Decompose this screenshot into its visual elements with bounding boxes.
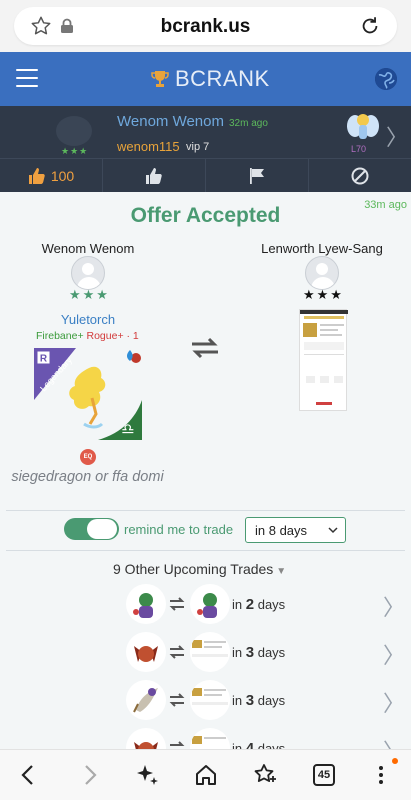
remind-days-select[interactable]: in 8 days — [245, 517, 346, 543]
swap-arrows-icon — [169, 693, 185, 707]
back-icon[interactable] — [16, 762, 42, 788]
address-field[interactable]: bcrank.us — [14, 7, 397, 45]
caret-down-icon: ▼ — [276, 566, 287, 577]
element-count: · 1 — [126, 330, 139, 342]
action-bar: 100 — [0, 158, 411, 192]
swap-arrows-icon — [169, 645, 185, 659]
sparkle-icon[interactable] — [134, 762, 160, 788]
right-offer-screenshot[interactable] — [299, 309, 348, 411]
url-domain: bcrank.us — [160, 16, 251, 37]
trade-eta: in 3 days — [232, 644, 286, 661]
upcoming-trade-row[interactable]: in 3 days 〉 — [0, 680, 411, 726]
poster-avatar[interactable] — [56, 116, 92, 146]
brand-name: BCRANK — [175, 66, 270, 91]
flag-button[interactable] — [206, 159, 309, 192]
trade-eta: in 3 days — [232, 692, 286, 709]
left-party-stars: ★★★ — [69, 287, 110, 302]
fairy-monster-icon — [347, 114, 379, 139]
rarity-badge-letter: R — [40, 354, 48, 365]
monster-card[interactable]: R Legendary ♎ — [34, 348, 142, 440]
flag-icon — [250, 167, 264, 184]
right-party-stars: ★★★ — [303, 287, 344, 302]
monster-thumb — [126, 584, 166, 624]
player-level: L70 — [351, 144, 367, 154]
element-rogue: Rogue+ — [86, 330, 124, 342]
monster-elements: Firebane+ Rogue+ · 1 — [36, 330, 139, 342]
screenshot-thumbnail — [300, 310, 348, 405]
menu-icon[interactable] — [16, 69, 38, 87]
browser-url-bar: bcrank.us — [0, 0, 411, 52]
poster-stars: ★★★ — [61, 146, 89, 156]
remind-days-value: in 8 days — [255, 523, 308, 538]
more-menu-icon[interactable] — [368, 762, 394, 788]
monster-thumb — [190, 584, 230, 624]
thumbs-up-icon — [28, 167, 45, 184]
right-party-name[interactable]: Lenworth Lyew-Sang — [232, 241, 411, 256]
home-icon[interactable] — [193, 762, 219, 788]
equipment-badge: EQ — [80, 449, 96, 465]
remind-label: remind me to trade — [124, 522, 234, 537]
tab-count-button[interactable]: 45 — [313, 764, 335, 786]
upcoming-trades-title: 9 Other Upcoming Trades — [113, 561, 274, 577]
left-party-name[interactable]: Wenom Wenom — [0, 241, 176, 256]
like-count: 100 — [50, 167, 75, 184]
thumbs-up-icon — [146, 167, 162, 184]
divider — [6, 550, 405, 551]
divider — [6, 510, 405, 511]
element-firebane: Firebane+ — [36, 330, 84, 342]
swap-arrows-icon — [169, 597, 185, 611]
poster-handle[interactable]: wenom115 — [117, 139, 180, 154]
like-count-button[interactable]: 100 — [0, 159, 103, 192]
poster-bar[interactable]: ★★★ Wenom Wenom 32m ago wenom115 vip 7 L… — [0, 106, 411, 158]
screenshot-thumb — [190, 680, 230, 720]
svg-text:♎: ♎ — [121, 420, 134, 438]
chevron-down-icon — [328, 527, 338, 534]
chevron-right-icon[interactable]: 〉 — [383, 686, 405, 718]
block-button[interactable] — [309, 159, 411, 192]
browser-bottom-bar: 45 — [0, 749, 411, 800]
site-header: BCRANK — [0, 52, 411, 106]
monster-name[interactable]: Yuletorch — [0, 312, 176, 327]
globe-icon[interactable] — [375, 68, 397, 90]
upcoming-trades-toggle[interactable]: 9 Other Upcoming Trades ▼ — [113, 561, 286, 577]
bookmarks-icon[interactable] — [252, 762, 278, 788]
trade-eta: in 2 days — [232, 596, 286, 613]
chevron-right-icon[interactable]: 〉 — [386, 120, 408, 152]
monster-thumb — [126, 632, 166, 672]
block-icon — [351, 167, 369, 184]
site-logo[interactable]: BCRANK — [150, 66, 270, 92]
offer-status-title: Offer Accepted — [130, 204, 281, 227]
screenshot-thumb — [190, 632, 230, 672]
trophy-icon — [151, 71, 169, 87]
remind-toggle[interactable] — [64, 518, 119, 540]
reload-icon[interactable] — [359, 15, 381, 37]
vip-level: vip 7 — [186, 141, 210, 153]
right-party-avatar[interactable] — [305, 256, 339, 290]
forward-icon[interactable] — [76, 762, 102, 788]
upcoming-trade-row[interactable]: in 2 days 〉 — [0, 584, 411, 630]
notification-dot — [392, 758, 398, 764]
like-button[interactable] — [103, 159, 206, 192]
swap-arrows-icon — [192, 337, 218, 359]
poster-name[interactable]: Wenom Wenom — [117, 113, 224, 130]
monster-thumb — [126, 680, 166, 720]
left-party-avatar[interactable] — [71, 256, 105, 290]
chevron-right-icon[interactable]: 〉 — [383, 638, 405, 670]
upcoming-trade-row[interactable]: in 3 days 〉 — [0, 632, 411, 678]
trade-note: siegedragon or ffa domi — [11, 469, 164, 485]
post-time: 32m ago — [229, 118, 268, 129]
chevron-right-icon[interactable]: 〉 — [383, 590, 405, 622]
monster-card-art: R Legendary ♎ — [34, 348, 142, 440]
